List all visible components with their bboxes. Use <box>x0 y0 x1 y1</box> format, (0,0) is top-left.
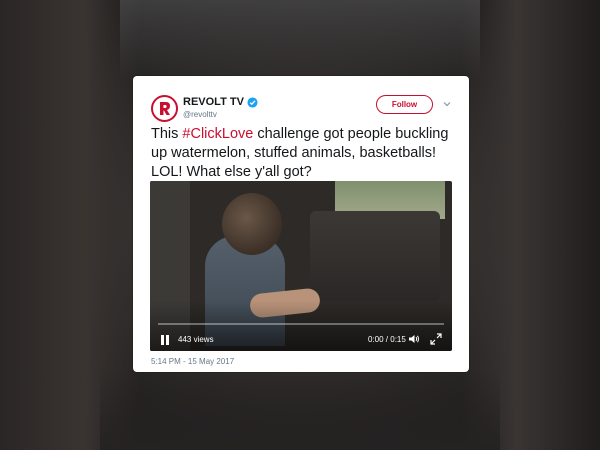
pause-icon[interactable] <box>159 334 171 346</box>
background-top <box>120 0 480 80</box>
revolt-logo-icon[interactable] <box>151 95 178 122</box>
fullscreen-icon[interactable] <box>430 333 442 345</box>
tweet-card: REVOLT TV @revolttv Follow This #ClickLo… <box>133 76 469 372</box>
account-name[interactable]: REVOLT TV <box>183 96 244 108</box>
account-handle[interactable]: @revolttv <box>183 110 217 119</box>
account-name-row[interactable]: REVOLT TV <box>183 96 258 108</box>
video-player[interactable]: 443 views 0:00 / 0:15 <box>150 181 452 351</box>
tweet-text-before: This <box>151 126 183 142</box>
tweet-text: This #ClickLove challenge got people buc… <box>151 125 457 182</box>
video-time: 0:00 / 0:15 <box>368 335 406 344</box>
volume-icon[interactable] <box>408 333 420 345</box>
video-frame-seat <box>310 211 440 301</box>
verified-badge-icon <box>247 96 258 108</box>
follow-button[interactable]: Follow <box>376 95 433 114</box>
hashtag-link[interactable]: #ClickLove <box>182 126 253 142</box>
video-views: 443 views <box>178 335 214 344</box>
chevron-down-icon[interactable] <box>442 99 452 109</box>
video-progress-bar[interactable] <box>158 323 444 325</box>
video-frame-person-head <box>222 193 282 255</box>
tweet-timestamp[interactable]: 5:14 PM - 15 May 2017 <box>151 357 234 366</box>
background-bottom <box>100 370 500 450</box>
